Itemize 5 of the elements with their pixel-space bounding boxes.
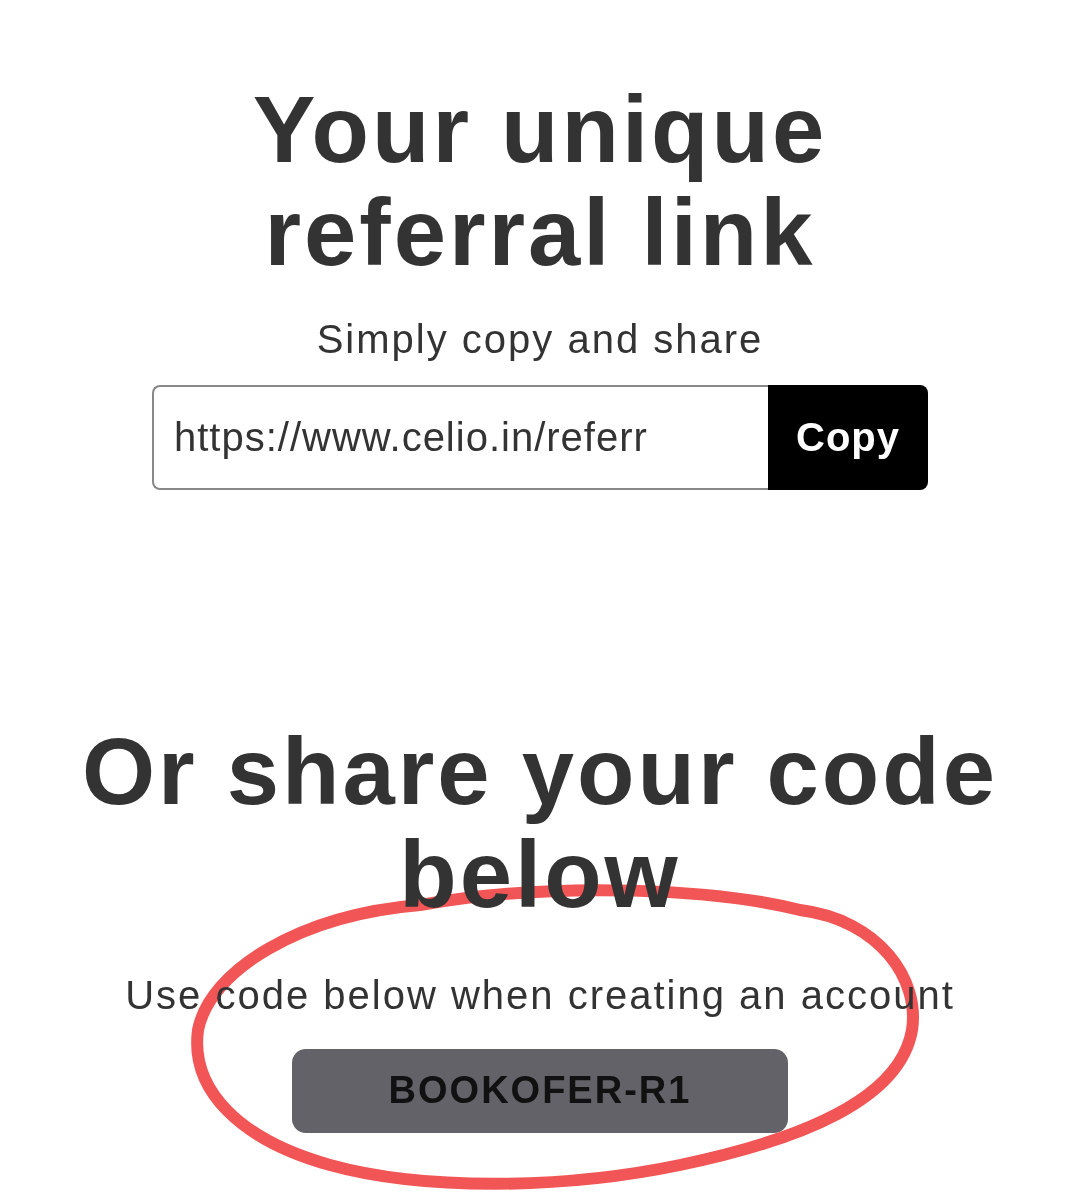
subtitle: Simply copy and share [316, 315, 764, 363]
heading: Your unique referral link [251, 78, 829, 285]
referral-code: BOOKOFER-R1 [292, 1048, 788, 1133]
link-field[interactable]: https://www.celio.in/referr [152, 384, 768, 490]
copy-button[interactable]: Copy [768, 384, 928, 490]
